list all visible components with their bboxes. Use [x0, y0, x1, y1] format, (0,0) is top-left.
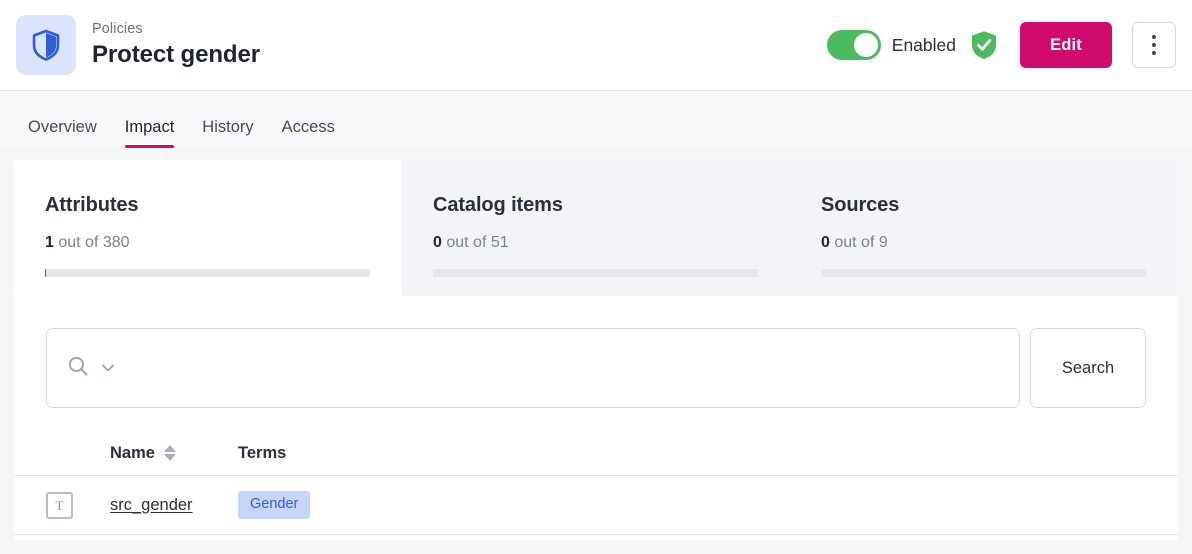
enabled-toggle-label: Enabled — [891, 35, 956, 55]
impact-summary-cards: Attributes 1 out of 380 Catalog items 0 … — [14, 160, 1178, 296]
enabled-toggle-group: Enabled — [826, 30, 956, 60]
header-actions: Enabled Edit — [826, 22, 1176, 68]
term-badge[interactable]: Gender — [238, 491, 311, 519]
sort-asc-arrow — [163, 444, 176, 452]
column-header-terms: Terms — [238, 443, 287, 462]
policy-detail-page: Policies Protect gender Enabled Edit Ove… — [0, 0, 1192, 554]
header-identity: Policies Protect gender — [16, 15, 260, 75]
stat-card-value: 0 — [821, 234, 830, 251]
stat-card-title: Attributes — [45, 194, 139, 216]
kebab-dot — [1152, 35, 1156, 39]
sort-arrows-icon[interactable] — [163, 444, 176, 461]
stat-card-count: 0 out of 51 — [433, 233, 758, 253]
kebab-dot — [1152, 43, 1156, 47]
tab-history[interactable]: History — [188, 117, 267, 148]
stat-card-total: out of 51 — [441, 234, 509, 251]
stat-card-title: Catalog items — [433, 194, 563, 216]
table-header-row: Name Terms — [14, 430, 1178, 476]
tab-impact[interactable]: Impact — [111, 117, 189, 148]
row-name-cell: src_gender — [110, 496, 238, 515]
stat-card-total: out of 9 — [829, 234, 888, 251]
tab-access[interactable]: Access — [268, 117, 349, 148]
column-header-name-label: Name — [110, 443, 155, 462]
stat-card-progress-track — [45, 269, 370, 277]
page-header: Policies Protect gender Enabled Edit — [0, 0, 1192, 91]
stat-card-sources[interactable]: Sources 0 out of 9 — [790, 160, 1178, 296]
enabled-toggle[interactable] — [826, 30, 881, 60]
more-vertical-icon[interactable] — [1132, 22, 1176, 68]
impact-results-panel: Search Name Terms T src_gender Gender — [14, 296, 1178, 540]
search-row: Search — [14, 296, 1178, 408]
kebab-dot — [1152, 51, 1156, 55]
shield-icon — [16, 15, 76, 75]
stat-card-value: 0 — [433, 234, 442, 251]
stat-card-value: 1 — [45, 234, 54, 251]
stat-card-count: 1 out of 380 — [45, 233, 370, 253]
page-title: Protect gender — [92, 41, 260, 68]
column-header-name[interactable]: Name — [110, 443, 238, 463]
search-box[interactable] — [46, 328, 1020, 408]
attribute-link[interactable]: src_gender — [110, 496, 193, 514]
header-text-block: Policies Protect gender — [92, 20, 260, 70]
row-terms-cell: Gender — [238, 491, 1146, 519]
stat-card-count: 0 out of 9 — [821, 233, 1146, 253]
stat-card-progress-track — [821, 269, 1146, 277]
text-type-icon: T — [46, 491, 73, 519]
toggle-knob — [853, 33, 878, 57]
tab-overview[interactable]: Overview — [14, 117, 111, 148]
stat-card-attributes[interactable]: Attributes 1 out of 380 — [14, 160, 402, 296]
impact-table: Name Terms T src_gender Gender — [14, 430, 1178, 535]
table-row[interactable]: T src_gender Gender — [14, 476, 1178, 535]
stat-card-catalog-items[interactable]: Catalog items 0 out of 51 — [402, 160, 790, 296]
stat-card-progress-track — [433, 269, 758, 277]
search-button[interactable]: Search — [1030, 328, 1146, 408]
edit-button[interactable]: Edit — [1020, 22, 1112, 68]
search-input[interactable] — [127, 329, 999, 407]
stat-card-progress-fill — [45, 269, 46, 277]
row-type-cell: T — [46, 491, 110, 519]
tab-bar: Overview Impact History Access — [0, 91, 1192, 148]
stat-card-total: out of 380 — [53, 234, 130, 251]
search-icon — [67, 355, 89, 382]
breadcrumb[interactable]: Policies — [92, 20, 260, 38]
stat-card-title: Sources — [821, 194, 900, 216]
shield-check-icon — [970, 30, 998, 60]
chevron-down-icon[interactable] — [99, 359, 117, 377]
sort-desc-arrow — [163, 453, 176, 461]
